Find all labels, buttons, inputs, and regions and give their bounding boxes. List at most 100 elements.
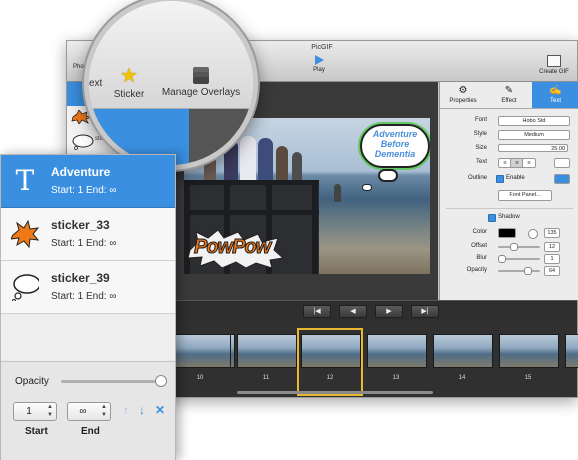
- text-align-row: Text ≡ ≡ ≡: [444, 158, 575, 168]
- delete-layer-icon[interactable]: ✕: [155, 402, 165, 418]
- film-frame-13[interactable]: [367, 334, 427, 368]
- shadow-opacity-slider-track[interactable]: [498, 270, 540, 272]
- shadow-angle-dial[interactable]: [528, 229, 538, 239]
- layer-row-adventure[interactable]: T Adventure Start: 1 End: ∞: [1, 155, 175, 208]
- play-label: Play: [313, 67, 325, 73]
- sticker-label: Sticker: [113, 89, 145, 100]
- previous-frame-button[interactable]: ◀: [339, 305, 367, 318]
- shadow-opacity-row: Opacity 64: [444, 266, 575, 276]
- layer-opacity-slider-track[interactable]: [61, 380, 161, 383]
- layer-row-sticker-33[interactable]: sticker_33 Start: 1 End: ∞: [1, 208, 175, 261]
- end-frame-select[interactable]: ∞ ▲ ▼: [67, 402, 111, 421]
- offset-label: Offset: [471, 243, 487, 249]
- film-frame-12[interactable]: [301, 334, 361, 368]
- next-frame-button[interactable]: ▶: [375, 305, 403, 318]
- toolbar-play-button[interactable]: Play: [311, 55, 327, 73]
- cloud-tail-puff: [378, 169, 398, 182]
- inspector-tabs: ⚙ Properties ✎ Effect ✍ Text: [440, 82, 578, 109]
- sticker-toolbar-button[interactable]: ★ Sticker: [109, 65, 149, 100]
- stepper-arrows-icon: ▲ ▼: [47, 404, 53, 418]
- align-right-button[interactable]: ≡: [522, 158, 536, 168]
- text-label: Text: [475, 159, 487, 165]
- text-edit-icon: ✍: [549, 85, 562, 96]
- outline-color-well[interactable]: [554, 174, 570, 184]
- film-frame-14[interactable]: [433, 334, 493, 368]
- frame-number: 15: [524, 375, 532, 381]
- fence-post: [312, 180, 318, 274]
- cloud-overlay-text: Adventure Before Dementia: [372, 129, 418, 159]
- tab-properties-label: Properties: [449, 98, 477, 104]
- film-frame-11[interactable]: [237, 334, 297, 368]
- frame-number: 12: [326, 375, 334, 381]
- section-divider: [446, 208, 573, 209]
- style-select[interactable]: Medium: [498, 130, 570, 140]
- shadow-checkbox[interactable]: [488, 214, 496, 222]
- powpow-sticker-overlay[interactable]: PowPow: [188, 230, 284, 268]
- manage-overlays-toolbar-button[interactable]: Manage Overlays: [151, 65, 251, 98]
- toolbar-photos-button[interactable]: Pho: [73, 55, 84, 73]
- layer-range: Start: 1 End: ∞: [51, 291, 117, 302]
- layer-opacity-slider-knob[interactable]: [155, 375, 167, 387]
- style-label: Style: [473, 131, 487, 137]
- offset-slider-knob[interactable]: [510, 243, 518, 251]
- wand-icon: ✎: [504, 85, 514, 96]
- tab-properties[interactable]: ⚙ Properties: [440, 82, 486, 108]
- gear-icon: ⚙: [458, 85, 468, 96]
- shadow-label: Shadow: [498, 214, 520, 220]
- tab-text[interactable]: ✍ Text: [532, 82, 578, 108]
- last-frame-button[interactable]: ▶|: [411, 305, 439, 318]
- start-frame-select[interactable]: 1 ▲ ▼: [13, 402, 57, 421]
- layer-range: Start: 1 End: ∞: [51, 185, 117, 196]
- size-field[interactable]: 25.00: [498, 144, 568, 152]
- offset-slider-track[interactable]: [498, 246, 540, 248]
- font-select[interactable]: Hobo Std: [498, 116, 570, 126]
- outline-enable-checkbox[interactable]: [496, 175, 504, 183]
- blur-field[interactable]: 1: [544, 254, 560, 264]
- move-layer-down-icon[interactable]: ↓: [139, 402, 145, 418]
- shadow-opacity-field[interactable]: 64: [544, 266, 560, 276]
- film-frame-partial[interactable]: [565, 334, 578, 368]
- filmstrip-scrollbar[interactable]: [237, 391, 433, 394]
- layers-stack-icon: [191, 65, 211, 85]
- layer-controls: Opacity 1 ▲ ▼ ∞ ▲ ▼ ↑ ↓ ✕ Start End: [1, 361, 175, 460]
- outline-enable-label: Enable: [506, 175, 525, 181]
- layer-name: Adventure: [51, 165, 111, 179]
- size-label: Size: [475, 145, 487, 151]
- end-frame-value: ∞: [79, 406, 87, 417]
- photos-label: Pho: [73, 64, 84, 70]
- play-icon: [314, 55, 324, 65]
- film-frame-15[interactable]: [499, 334, 559, 368]
- tab-effect-label: Effect: [501, 98, 517, 104]
- move-layer-up-icon[interactable]: ↑: [123, 402, 129, 418]
- shadow-opacity-label: Opacity: [466, 267, 487, 273]
- shadow-opacity-slider-knob[interactable]: [524, 267, 532, 275]
- layer-row-sticker-39[interactable]: sticker_39 Start: 1 End: ∞: [1, 261, 175, 314]
- cloud-sticker-icon: [12, 274, 39, 301]
- first-frame-button[interactable]: |◀: [303, 305, 331, 318]
- text-color-well[interactable]: [554, 158, 570, 168]
- film-frame-10[interactable]: [171, 334, 231, 368]
- offset-field[interactable]: 12: [544, 242, 560, 252]
- shadow-angle-field[interactable]: 135: [544, 228, 560, 238]
- layer-name: sticker_33: [51, 218, 110, 232]
- toolbar-create-gif-button[interactable]: Create GIF: [537, 55, 571, 75]
- tab-effect[interactable]: ✎ Effect: [486, 82, 532, 108]
- shadow-color-label: Color: [472, 229, 487, 235]
- shadow-row: Shadow: [444, 213, 575, 223]
- create-gif-label: Create GIF: [539, 69, 569, 75]
- blur-slider-knob[interactable]: [498, 255, 506, 263]
- font-panel-button[interactable]: Font Panel...: [498, 190, 552, 201]
- cloud-text-overlay[interactable]: Adventure Before Dementia: [360, 124, 430, 168]
- layer-range: Start: 1 End: ∞: [51, 238, 117, 249]
- layer-opacity-label: Opacity: [15, 376, 49, 387]
- size-row: Size 25.00: [444, 144, 575, 154]
- outline-row: Outline Enable: [444, 174, 575, 184]
- cloud-tail-puff: [362, 184, 372, 191]
- overlay-layers-panel: T Adventure Start: 1 End: ∞ sticker_33 S…: [0, 154, 176, 460]
- start-label: Start: [25, 426, 48, 437]
- tab-text-label: Text: [549, 98, 561, 104]
- fence-rail: [184, 180, 319, 185]
- blur-row: Blur 1: [444, 254, 575, 264]
- shadow-color-well[interactable]: [498, 228, 516, 238]
- offset-row: Offset 12: [444, 242, 575, 252]
